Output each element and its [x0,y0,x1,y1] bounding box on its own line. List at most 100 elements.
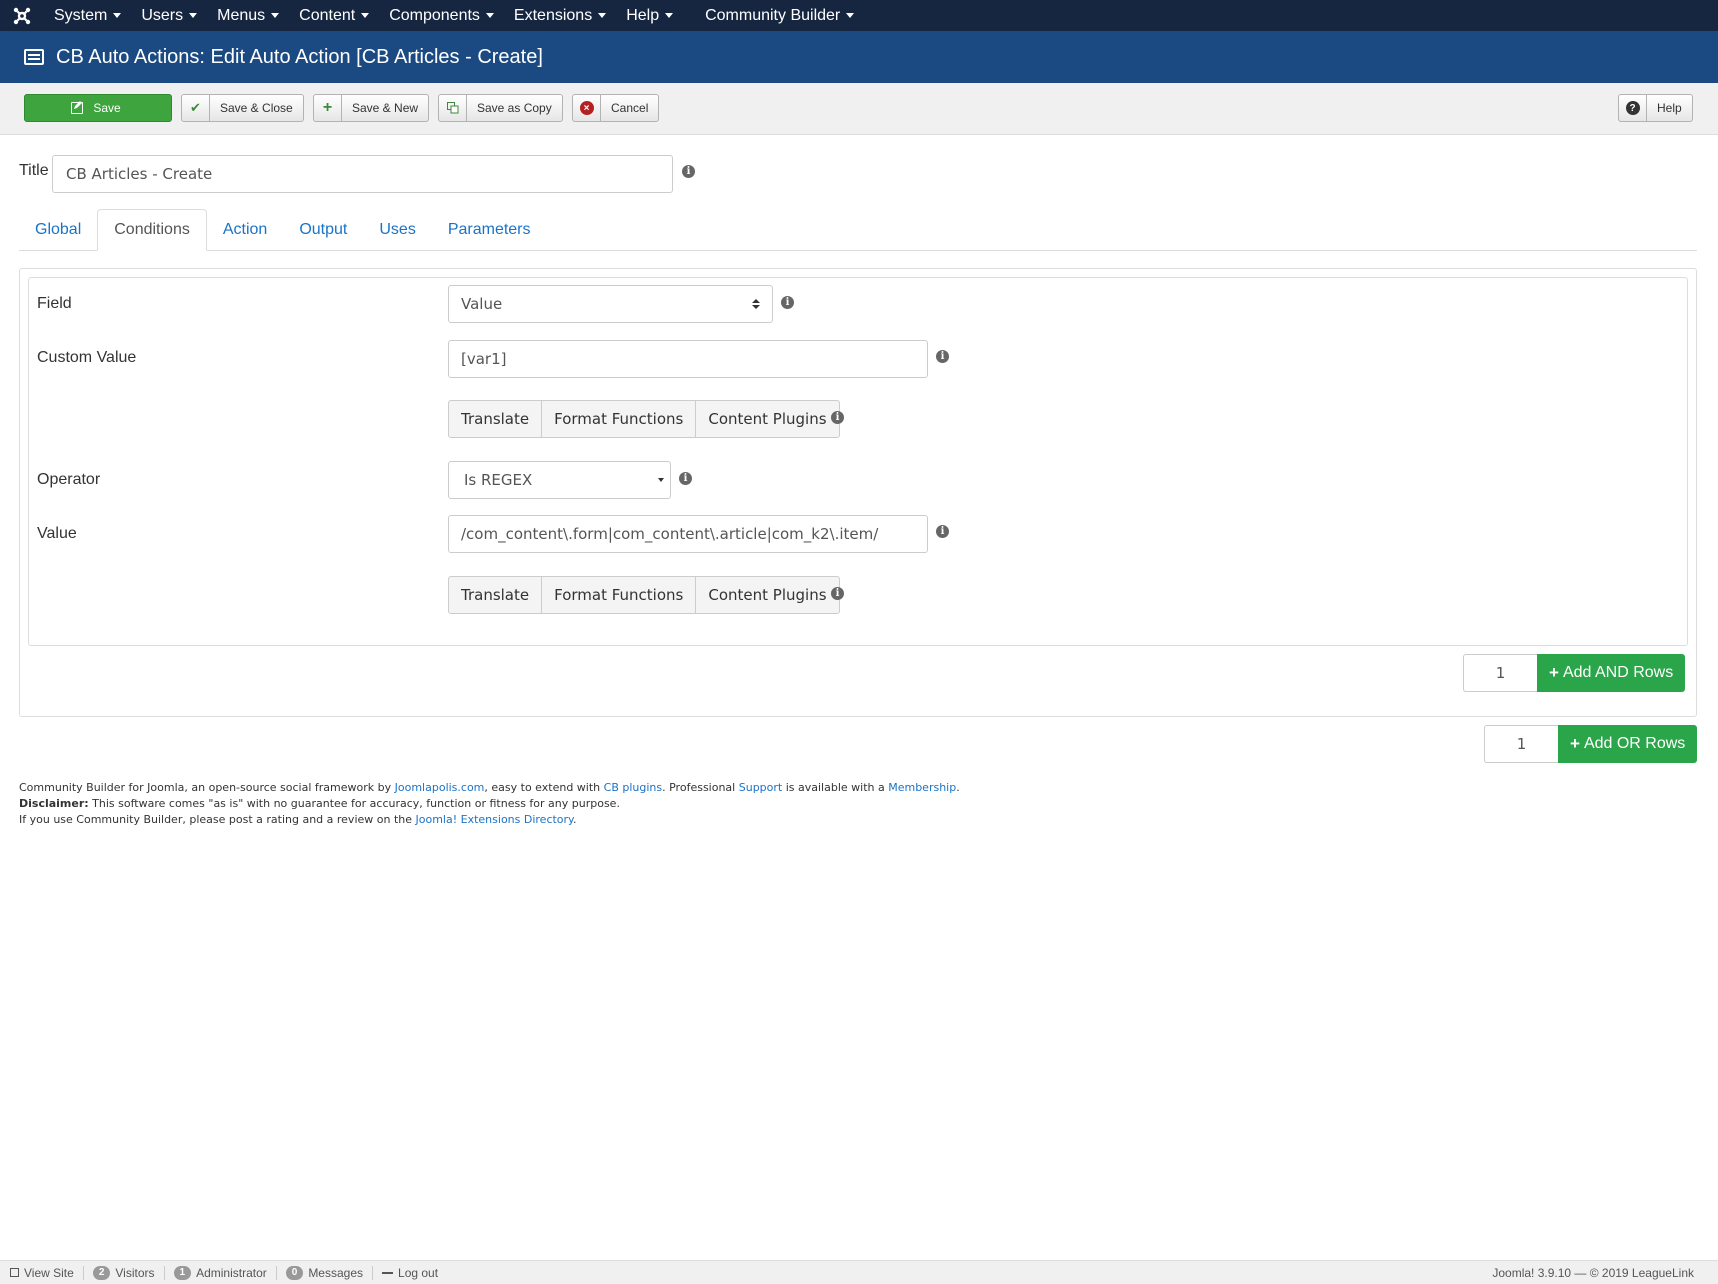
operator-select[interactable]: Is REGEX [448,461,671,499]
external-link-icon [10,1268,19,1277]
menu-components-label: Components [389,6,480,24]
support-link[interactable]: Support [739,781,782,794]
field-label: Field [37,295,72,312]
edit-icon [71,101,84,114]
save-close-button[interactable]: ✔ Save & Close [181,94,304,122]
plus-icon: + [314,95,342,121]
footer-line-3: If you use Community Builder, please pos… [19,812,960,828]
menu-users-label: Users [141,6,184,24]
cancel-icon: × [573,95,601,121]
copy-icon [439,95,467,121]
administrator-link[interactable]: 1 Administrator [165,1265,277,1280]
save-new-button[interactable]: + Save & New [313,94,430,122]
menu-system[interactable]: System [44,0,131,31]
format-functions-button[interactable]: Format Functions [542,577,697,613]
save-new-button-label: Save & New [352,101,419,115]
disclaimer-text: This software comes "as is" with no guar… [88,797,620,810]
title-input[interactable]: CB Articles - Create [52,155,673,193]
top-navbar: System Users Menus Content Components Ex… [0,0,1718,31]
question-icon: ? [1619,95,1647,121]
caret-down-icon [361,13,370,18]
caret-down-icon [665,13,674,18]
value-button-group: Translate Format Functions Content Plugi… [448,576,840,614]
joomla-logo-icon[interactable] [0,0,44,31]
caret-down-icon [271,13,280,18]
add-and-rows-button[interactable]: + Add AND Rows [1537,654,1686,692]
messages-label: Messages [308,1265,364,1280]
version-copyright: Joomla! 3.9.10 — © 2019 LeagueLink [1492,1266,1694,1280]
tab-action[interactable]: Action [207,209,283,251]
joomlapolis-link[interactable]: Joomlapolis.com [395,781,485,794]
check-icon: ✔ [182,95,210,121]
info-icon[interactable]: i [936,525,949,538]
custom-value-label: Custom Value [37,349,137,366]
value-label: Value [37,525,77,542]
jed-link[interactable]: Joomla! Extensions Directory [416,813,573,826]
operator-select-value: Is REGEX [464,471,533,489]
visitors-label: Visitors [115,1265,155,1280]
status-bar: View Site 2 Visitors 1 Administrator 0 M… [0,1260,1718,1284]
messages-link[interactable]: 0 Messages [277,1265,374,1280]
footer-text: If you use Community Builder, please pos… [19,813,416,826]
administrator-label: Administrator [196,1265,267,1280]
caret-down-icon [113,13,122,18]
help-button[interactable]: ? Help [1618,94,1693,122]
value-input[interactable]: /com_content\.form|com_content\.article|… [448,515,928,553]
menu-extensions-label: Extensions [513,6,593,24]
title-label: Title [19,162,49,179]
cancel-button[interactable]: × Cancel [572,94,660,122]
info-icon[interactable]: i [936,350,949,363]
and-rows-count-input[interactable]: 1 [1463,654,1537,692]
menu-help[interactable]: Help [616,0,683,31]
logout-link[interactable]: Log out [373,1266,447,1280]
footer-text: is available with a [782,781,889,794]
visitors-link[interactable]: 2 Visitors [84,1265,165,1280]
visitors-badge: 2 [92,1265,111,1280]
cb-plugins-link[interactable]: CB plugins [604,781,662,794]
custom-value-input[interactable]: [var1] [448,340,928,378]
menu-content[interactable]: Content [289,0,379,31]
translate-button[interactable]: Translate [449,401,543,437]
save-copy-button[interactable]: Save as Copy [438,94,563,122]
menu-menus[interactable]: Menus [207,0,289,31]
tab-conditions[interactable]: Conditions [97,209,207,251]
info-icon[interactable]: i [679,472,692,485]
translate-button[interactable]: Translate [449,577,543,613]
help-button-label: Help [1657,101,1682,115]
tab-output[interactable]: Output [283,209,363,251]
content-plugins-button[interactable]: Content Plugins [696,401,838,437]
tab-uses[interactable]: Uses [363,209,431,251]
format-functions-button[interactable]: Format Functions [542,401,697,437]
info-icon[interactable]: i [781,296,794,309]
save-button[interactable]: Save [24,94,172,122]
field-select[interactable]: Value [448,285,773,323]
tab-bar: Global Conditions Action Output Uses Par… [19,209,1697,251]
menu-users[interactable]: Users [131,0,207,31]
select-arrows-icon [752,299,760,309]
info-icon[interactable]: i [831,587,844,600]
content-plugins-button[interactable]: Content Plugins [696,577,838,613]
info-icon[interactable]: i [831,411,844,424]
menu-extensions[interactable]: Extensions [504,0,616,31]
menu-community-builder[interactable]: Community Builder [695,0,864,31]
menu-menus-label: Menus [217,6,266,24]
toolbar: Save ✔ Save & Close + Save & New Save as… [0,83,1718,135]
cb-footer: Community Builder for Joomla, an open-so… [19,780,960,828]
footer-text: . [956,781,960,794]
menu-components[interactable]: Components [379,0,504,31]
save-copy-button-label: Save as Copy [477,101,552,115]
tab-global[interactable]: Global [19,209,97,251]
add-or-rows-button[interactable]: + Add OR Rows [1558,725,1698,763]
and-condition-row [28,277,1688,646]
view-site-link[interactable]: View Site [0,1265,84,1280]
tab-parameters[interactable]: Parameters [432,209,547,251]
info-icon[interactable]: i [682,165,695,178]
or-rows-count-input[interactable]: 1 [1484,725,1558,763]
footer-line-2: Disclaimer: This software comes "as is" … [19,796,960,812]
membership-link[interactable]: Membership [888,781,956,794]
add-or-rows-control: 1 + Add OR Rows [1484,725,1698,763]
footer-text: , easy to extend with [484,781,604,794]
plus-icon: + [1570,734,1580,753]
logout-label: Log out [398,1265,439,1280]
operator-label: Operator [37,471,101,488]
